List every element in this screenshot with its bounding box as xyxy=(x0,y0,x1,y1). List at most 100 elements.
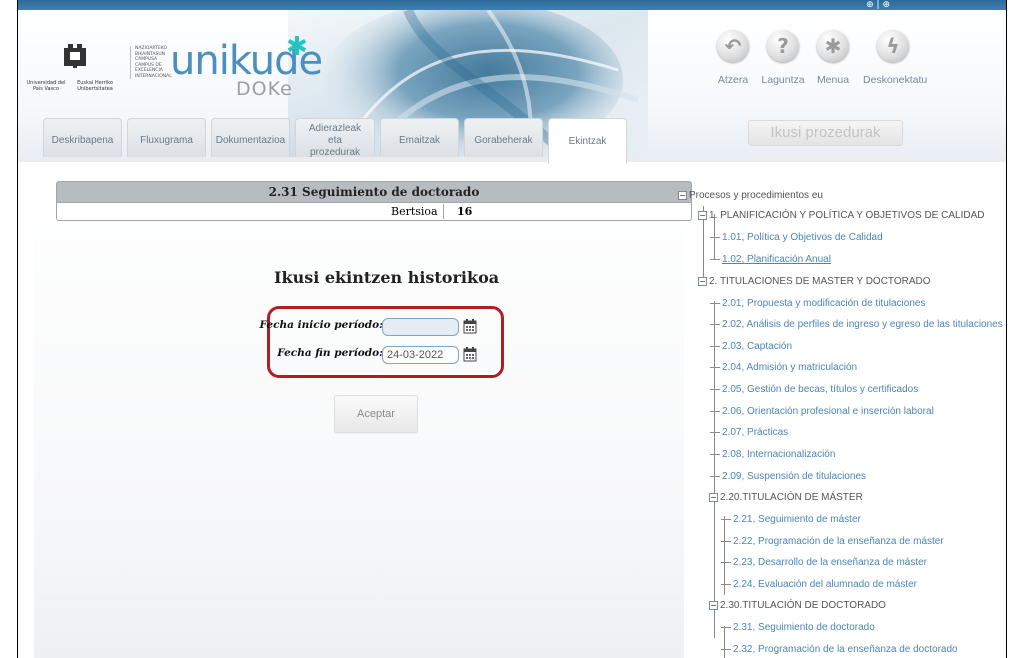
procedures-tree: − Procesos y procedimientos eu −1. PLANIF… xyxy=(678,180,1006,658)
tab-adierazleak[interactable]: Adierazleak eta prozedurak xyxy=(295,118,375,162)
calendar-icon[interactable] xyxy=(463,346,477,362)
toolbar: ↶ Atzera ? Laguntza ✱ Menua ϟ Deskonekta… xyxy=(708,30,928,110)
tree-group-2[interactable]: −2. TITULACIONES DE MASTER Y DOCTORADO xyxy=(698,274,931,290)
tree-connector xyxy=(721,518,731,520)
tree-node-label: 2.03, Captación xyxy=(722,341,793,352)
back-arrow-icon: ↶ xyxy=(717,30,749,62)
collapse-toggle-icon[interactable]: − xyxy=(709,492,718,502)
disconnect-label: Deskonektatu xyxy=(863,74,928,86)
tree-item-1-02[interactable]: 1.02, Planificación Anual xyxy=(710,252,831,268)
tab-fluxugrama[interactable]: Fluxugrama xyxy=(127,118,206,162)
accept-button[interactable]: Aceptar xyxy=(334,395,418,433)
tree-connector xyxy=(710,258,720,260)
tab-ekintzak[interactable]: Ekintzak xyxy=(548,118,627,164)
start-date-row: Fecha inicio período: xyxy=(260,317,507,337)
unikude-logo[interactable]: NAZIOARTEKO BIKAINTASUN CAMPUSA CAMPUS D… xyxy=(118,32,323,108)
tree-item-2-31[interactable]: 2.31, Seguimiento de doctorado xyxy=(721,620,875,636)
tree-item-2-21[interactable]: 2.21, Seguimiento de máster xyxy=(721,512,861,528)
tree-node-label: 2.21, Seguimiento de máster xyxy=(733,514,861,525)
tab-gorabeherak[interactable]: Gorabeherak xyxy=(464,118,543,162)
tree-connector xyxy=(721,561,731,563)
help-icon: ? xyxy=(767,30,799,62)
tree-connector xyxy=(710,410,720,412)
tree-item-2-09[interactable]: 2.09, Suspensión de titulaciones xyxy=(710,469,866,485)
tree-connector xyxy=(710,345,720,347)
app-frame: ⊕ | ⊕ Universidad del País Vasco Euskal … xyxy=(17,0,1007,658)
tab-deskribapena[interactable]: Deskribapena xyxy=(43,118,122,162)
version-bar: Bertsioa 16 xyxy=(56,203,692,221)
upv-logo[interactable]: Universidad del País Vasco Euskal Herrik… xyxy=(24,30,124,110)
upv-name-right: Euskal Herriko Unibertsitatea xyxy=(77,80,113,92)
tree-node-label: 2.06, Orientación profesional e inserció… xyxy=(722,406,934,417)
tree-node-label: 2. TITULACIONES DE MASTER Y DOCTORADO xyxy=(709,276,931,287)
tree-node-label: 2.32, Programación de la enseñanza de do… xyxy=(733,644,958,655)
tree-connector xyxy=(710,236,720,238)
collapse-toggle-icon[interactable]: − xyxy=(678,190,687,200)
tree-node-label: 2.08, Internacionalización xyxy=(722,449,836,460)
tree-connector xyxy=(710,388,720,390)
tree-group-2-20[interactable]: −2.20.TITULACIÓN DE MÁSTER xyxy=(709,490,863,506)
end-date-field[interactable]: 24-03-2022 xyxy=(382,346,459,364)
tree-item-2-32[interactable]: 2.32, Programación de la enseñanza de do… xyxy=(721,642,958,658)
tree-group-2-30[interactable]: −2.30.TITULACIÓN DE DOCTORADO xyxy=(709,598,886,614)
brand-subname: DOKe xyxy=(236,78,293,100)
end-date-row: Fecha fin período: 24-03-2022 xyxy=(270,345,507,365)
version-label: Bertsioa xyxy=(391,205,438,218)
help-button[interactable]: ? Laguntza xyxy=(758,30,808,86)
collapse-toggle-icon[interactable]: − xyxy=(698,210,707,220)
menu-button[interactable]: ✱ Menua xyxy=(808,30,858,86)
tree-connector xyxy=(710,453,720,455)
menu-label: Menua xyxy=(816,74,850,86)
tree-connector xyxy=(710,431,720,433)
version-value: 16 xyxy=(457,205,473,218)
calendar-icon[interactable] xyxy=(463,318,477,334)
tree-connector xyxy=(710,323,720,325)
page-title: 2.31 Seguimiento de doctorado xyxy=(56,181,692,203)
history-title: Ikusi ekintzen historikoa xyxy=(274,268,500,287)
tab-dokumentazioa[interactable]: Dokumentazioa xyxy=(211,118,290,162)
tree-item-1-01[interactable]: 1.01, Política y Objetivos de Calidad xyxy=(710,230,883,246)
view-procedures-button[interactable]: Ikusi prozedurak xyxy=(748,120,903,146)
tree-node-label: 1. PLANIFICACIÓN Y POLÍTICA Y OBJETIVOS … xyxy=(709,210,985,221)
tree-node-label: 2.09, Suspensión de titulaciones xyxy=(722,471,866,482)
tree-item-2-04[interactable]: 2.04, Admisión y matriculación xyxy=(710,360,857,376)
tree-node-label: 2.20.TITULACIÓN DE MÁSTER xyxy=(720,492,863,503)
tree-node-label: 2.31, Seguimiento de doctorado xyxy=(733,622,875,633)
tree-item-2-08[interactable]: 2.08, Internacionalización xyxy=(710,447,835,463)
tree-node-label: 2.23, Desarrollo de la enseñanza de mást… xyxy=(733,557,928,568)
back-button[interactable]: ↶ Atzera xyxy=(708,30,758,86)
back-label: Atzera xyxy=(717,74,749,86)
tab-emaitzak[interactable]: Emaitzak xyxy=(380,118,459,162)
tree-item-2-23[interactable]: 2.23, Desarrollo de la enseñanza de mást… xyxy=(721,555,927,571)
tree-node-label: 2.22, Programación de la enseñanza de má… xyxy=(733,536,944,547)
tree-connector xyxy=(710,366,720,368)
tree-item-2-05[interactable]: 2.05, Gestión de becas, títulos y certif… xyxy=(710,382,918,398)
tree-item-2-01[interactable]: 2.01, Propuesta y modificación de titula… xyxy=(710,296,925,312)
tree-connector xyxy=(721,583,731,585)
tree-node-label: 1.01, Política y Objetivos de Calidad xyxy=(722,232,883,243)
tree-item-2-02[interactable]: 2.02, Análisis de perfiles de ingreso y … xyxy=(710,317,1003,333)
tree-node-label: 2.05, Gestión de becas, títulos y certif… xyxy=(722,384,919,395)
tree-node-label: 1.02, Planificación Anual xyxy=(722,254,831,265)
version-divider xyxy=(443,204,444,219)
tree-item-2-06[interactable]: 2.06, Orientación profesional e inserció… xyxy=(710,404,934,420)
tree-connector xyxy=(721,626,731,628)
tree-root[interactable]: − Procesos y procedimientos eu xyxy=(678,188,823,204)
tree-item-2-03[interactable]: 2.03, Captación xyxy=(710,339,792,355)
tree-item-2-24[interactable]: 2.24, Evaluación del alumnado de máster xyxy=(721,577,917,593)
tree-connector xyxy=(721,540,731,542)
tree-group-1[interactable]: −1. PLANIFICACIÓN Y POLÍTICA Y OBJETIVOS… xyxy=(698,208,984,224)
asterisk-logo-icon: ✱ xyxy=(286,32,308,62)
tree-item-2-22[interactable]: 2.22, Programación de la enseñanza de má… xyxy=(721,534,944,550)
collapse-toggle-icon[interactable]: − xyxy=(709,600,718,610)
tree-node-label: 2.07, Prácticas xyxy=(722,427,789,438)
language-icons[interactable]: ⊕ | ⊕ xyxy=(866,0,890,10)
tree-root-label: Procesos y procedimientos eu xyxy=(689,190,823,201)
tree-connector xyxy=(710,302,720,304)
tree-item-2-07[interactable]: 2.07, Prácticas xyxy=(710,425,788,441)
upv-name-left: Universidad del País Vasco xyxy=(26,80,66,92)
start-date-field[interactable] xyxy=(382,318,459,336)
collapse-toggle-icon[interactable]: − xyxy=(698,276,707,286)
disconnect-button[interactable]: ϟ Deskonektatu xyxy=(863,30,928,86)
upv-emblem-icon xyxy=(64,44,86,68)
